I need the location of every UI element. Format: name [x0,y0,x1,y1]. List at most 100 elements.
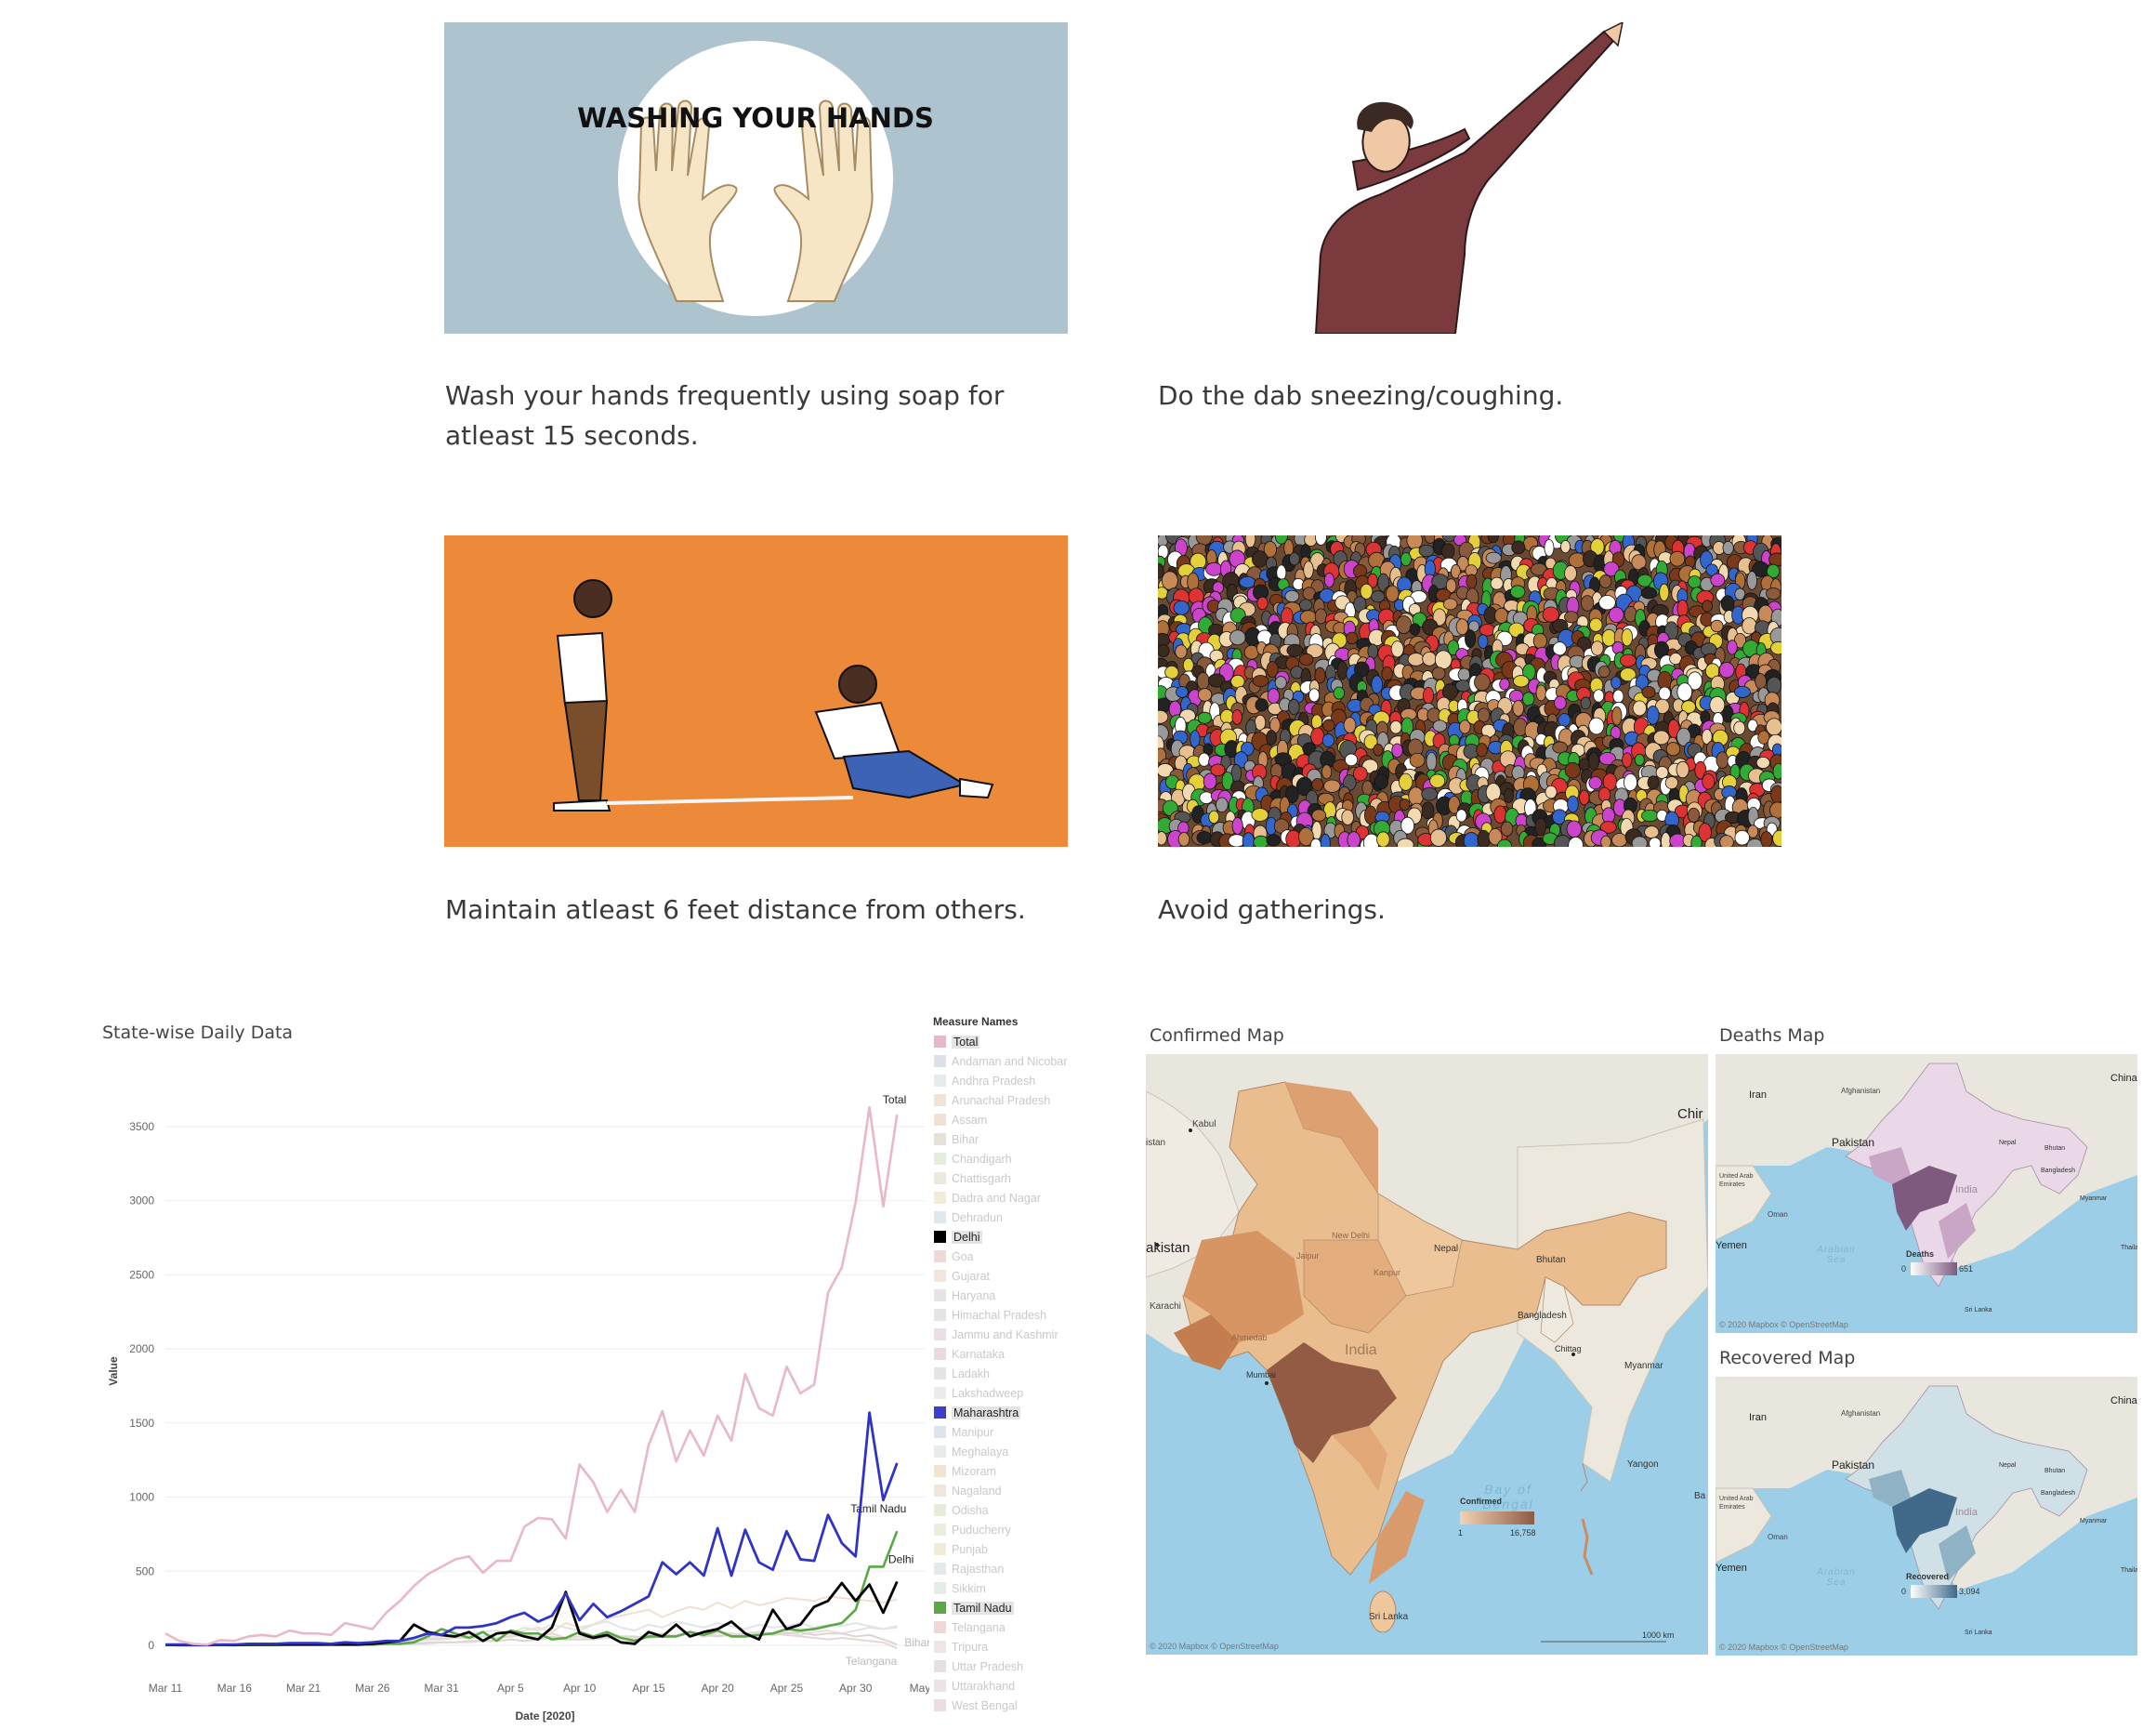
legend-label: Maharashtra [952,1406,1021,1419]
legend-item[interactable]: Sikkim [934,1580,986,1597]
legend-label: Tripura [952,1641,989,1654]
legend-swatch [934,1153,946,1165]
legend-item[interactable]: Tamil Nadu [934,1600,1014,1617]
series-end-label: Total [883,1093,906,1106]
legend-item[interactable]: Andaman and Nicobar [934,1053,1067,1070]
map-label-mumbai: Mumbai [1246,1370,1277,1379]
map-label-china: Chir [1677,1106,1703,1122]
legend-item[interactable]: Karnataka [934,1346,1005,1363]
legend-item[interactable]: Tripura [934,1639,988,1656]
legend-label: Bihar [952,1133,979,1146]
confirmed-map[interactable]: Kabul istan akistan Karachi Chir New Del… [1146,1054,1708,1655]
map-label-myanmar: Myanmar [1624,1361,1663,1371]
legend-label: Rajasthan [952,1563,1005,1576]
map-label-oman: Oman [1768,1533,1788,1541]
series-line-maharashtra[interactable] [165,1411,899,1646]
x-tick-label: Apr 30 [839,1682,873,1695]
deaths-legend-max: 651 [1959,1264,1974,1274]
wash-hands-heading: WASHING YOUR HANDS [577,102,934,134]
legend-item[interactable]: Dehradun [934,1209,1003,1226]
map-label-myanmar: Myanmar [2080,1518,2108,1524]
legend-item[interactable]: Maharashtra [934,1405,1021,1421]
map-label-arabian: Arabian Sea [1817,1567,1856,1588]
legend-item[interactable]: Bihar [934,1131,979,1148]
legend-item[interactable]: Andhra Pradesh [934,1073,1035,1089]
deaths-map[interactable]: Iran Afghanistan Pakistan China United Arab … [1716,1054,2137,1333]
legend-item[interactable]: Himachal Pradesh [934,1307,1046,1324]
legend-swatch [934,1211,946,1223]
legend-item[interactable]: Chattisgarh [934,1170,1011,1187]
legend-item[interactable]: Delhi [934,1229,982,1246]
legend-item[interactable]: West Bengal [934,1697,1018,1714]
map-label-kabul: Kabul [1192,1119,1216,1129]
legend-item[interactable]: Nagaland [934,1483,1002,1499]
map-label-myanmar: Myanmar [2080,1195,2108,1202]
legend-item[interactable]: Manipur [934,1424,993,1441]
legend-item[interactable]: Lakshadweep [934,1385,1023,1402]
map-label-yangon: Yangon [1627,1459,1659,1470]
crowd-image [1158,535,1781,847]
legend-label: Andhra Pradesh [952,1075,1036,1088]
x-tick-label: Mar 31 [424,1682,459,1695]
map-label-kanpur: Kanpur [1374,1268,1401,1277]
state-wise-line-chart[interactable]: 0 500 1000 1500 2000 2500 3000 3500 Mar 11 Mar 16… [93,1060,929,1729]
legend-swatch [934,1348,946,1360]
legend-item[interactable]: Odisha [934,1502,989,1519]
legend-item[interactable]: Telangana [934,1619,1006,1636]
map-label-newdelhi: New Delhi [1332,1231,1371,1240]
legend-item[interactable]: Uttarakhand [934,1678,1015,1695]
map-label-bangladesh: Bangladesh [1518,1311,1567,1321]
legend-swatch [934,1075,946,1087]
legend-item[interactable]: Chandigarh [934,1151,1012,1168]
legend-item[interactable]: Uttar Pradesh [934,1658,1023,1675]
recovered-map[interactable]: Iran Afghanistan Pakistan China United Arab … [1716,1377,2137,1656]
series-line-total[interactable] [164,1105,899,1646]
wash-hands-image: WASHING YOUR HANDS [444,22,1068,334]
distance-illustration [553,579,994,812]
legend-label: Total [952,1036,980,1049]
legend-item[interactable]: Jammu and Kashmir [934,1326,1058,1343]
x-axis-label: Date [2020] [515,1709,574,1722]
legend-label: Jammu and Kashmir [952,1328,1058,1341]
y-tick-label: 1500 [129,1417,154,1430]
map-label-karachi: Karachi [1150,1301,1181,1312]
legend-item[interactable]: Gujarat [934,1268,990,1285]
legend-item[interactable]: Assam [934,1112,987,1128]
x-tick-label: Mar 26 [355,1682,390,1695]
legend-swatch [934,1387,946,1399]
legend-item[interactable]: Ladakh [934,1366,990,1382]
y-tick-label: 3500 [129,1120,154,1133]
legend-item[interactable]: Meghalaya [934,1444,1008,1460]
legend-item[interactable]: Puducherry [934,1522,1011,1538]
legend-item[interactable]: Rajasthan [934,1561,1004,1577]
legend-item[interactable]: Haryana [934,1287,995,1304]
legend-item[interactable]: Dadra and Nagar [934,1190,1041,1207]
confirmed-map-title: Confirmed Map [1150,1025,1284,1046]
legend-item[interactable]: Total [934,1034,980,1050]
legend-label: Manipur [952,1426,994,1439]
legend-item[interactable]: Mizoram [934,1463,996,1480]
recovered-map-attribution: © 2020 Mapbox © OpenStreetMap [1719,1643,1848,1652]
series-end-label: Delhi [888,1552,914,1565]
map-label-bangladesh: Bangladesh [2041,1168,2075,1174]
legend-item[interactable]: Goa [934,1248,974,1265]
caption-dab: Do the dab sneezing/coughing. [1158,380,1564,411]
map-label-chittagong: Chittag [1555,1344,1582,1353]
legend-label: Haryana [952,1289,996,1302]
legend-label: Tamil Nadu [952,1602,1014,1615]
map-label-india: India [1345,1342,1377,1358]
map-label-iran: Iran [1749,1412,1767,1423]
legend-label: Goa [952,1250,974,1263]
recovered-legend-max: 3,094 [1959,1587,1980,1596]
legend-item[interactable]: Arunachal Pradesh [934,1092,1050,1109]
legend-label: Sikkim [952,1582,986,1595]
legend-label: Assam [952,1114,988,1127]
confirmed-legend-max: 16,758 [1510,1528,1536,1538]
legend-label: Uttarakhand [952,1680,1016,1693]
map-label-uae: United Arab Emirates [1719,1173,1754,1188]
legend-label: West Bengal [952,1699,1018,1712]
legend-item[interactable]: Punjab [934,1541,988,1558]
recovered-map-title: Recovered Map [1719,1348,1856,1368]
legend-swatch [934,1309,946,1321]
y-tick-label: 2500 [129,1268,154,1281]
